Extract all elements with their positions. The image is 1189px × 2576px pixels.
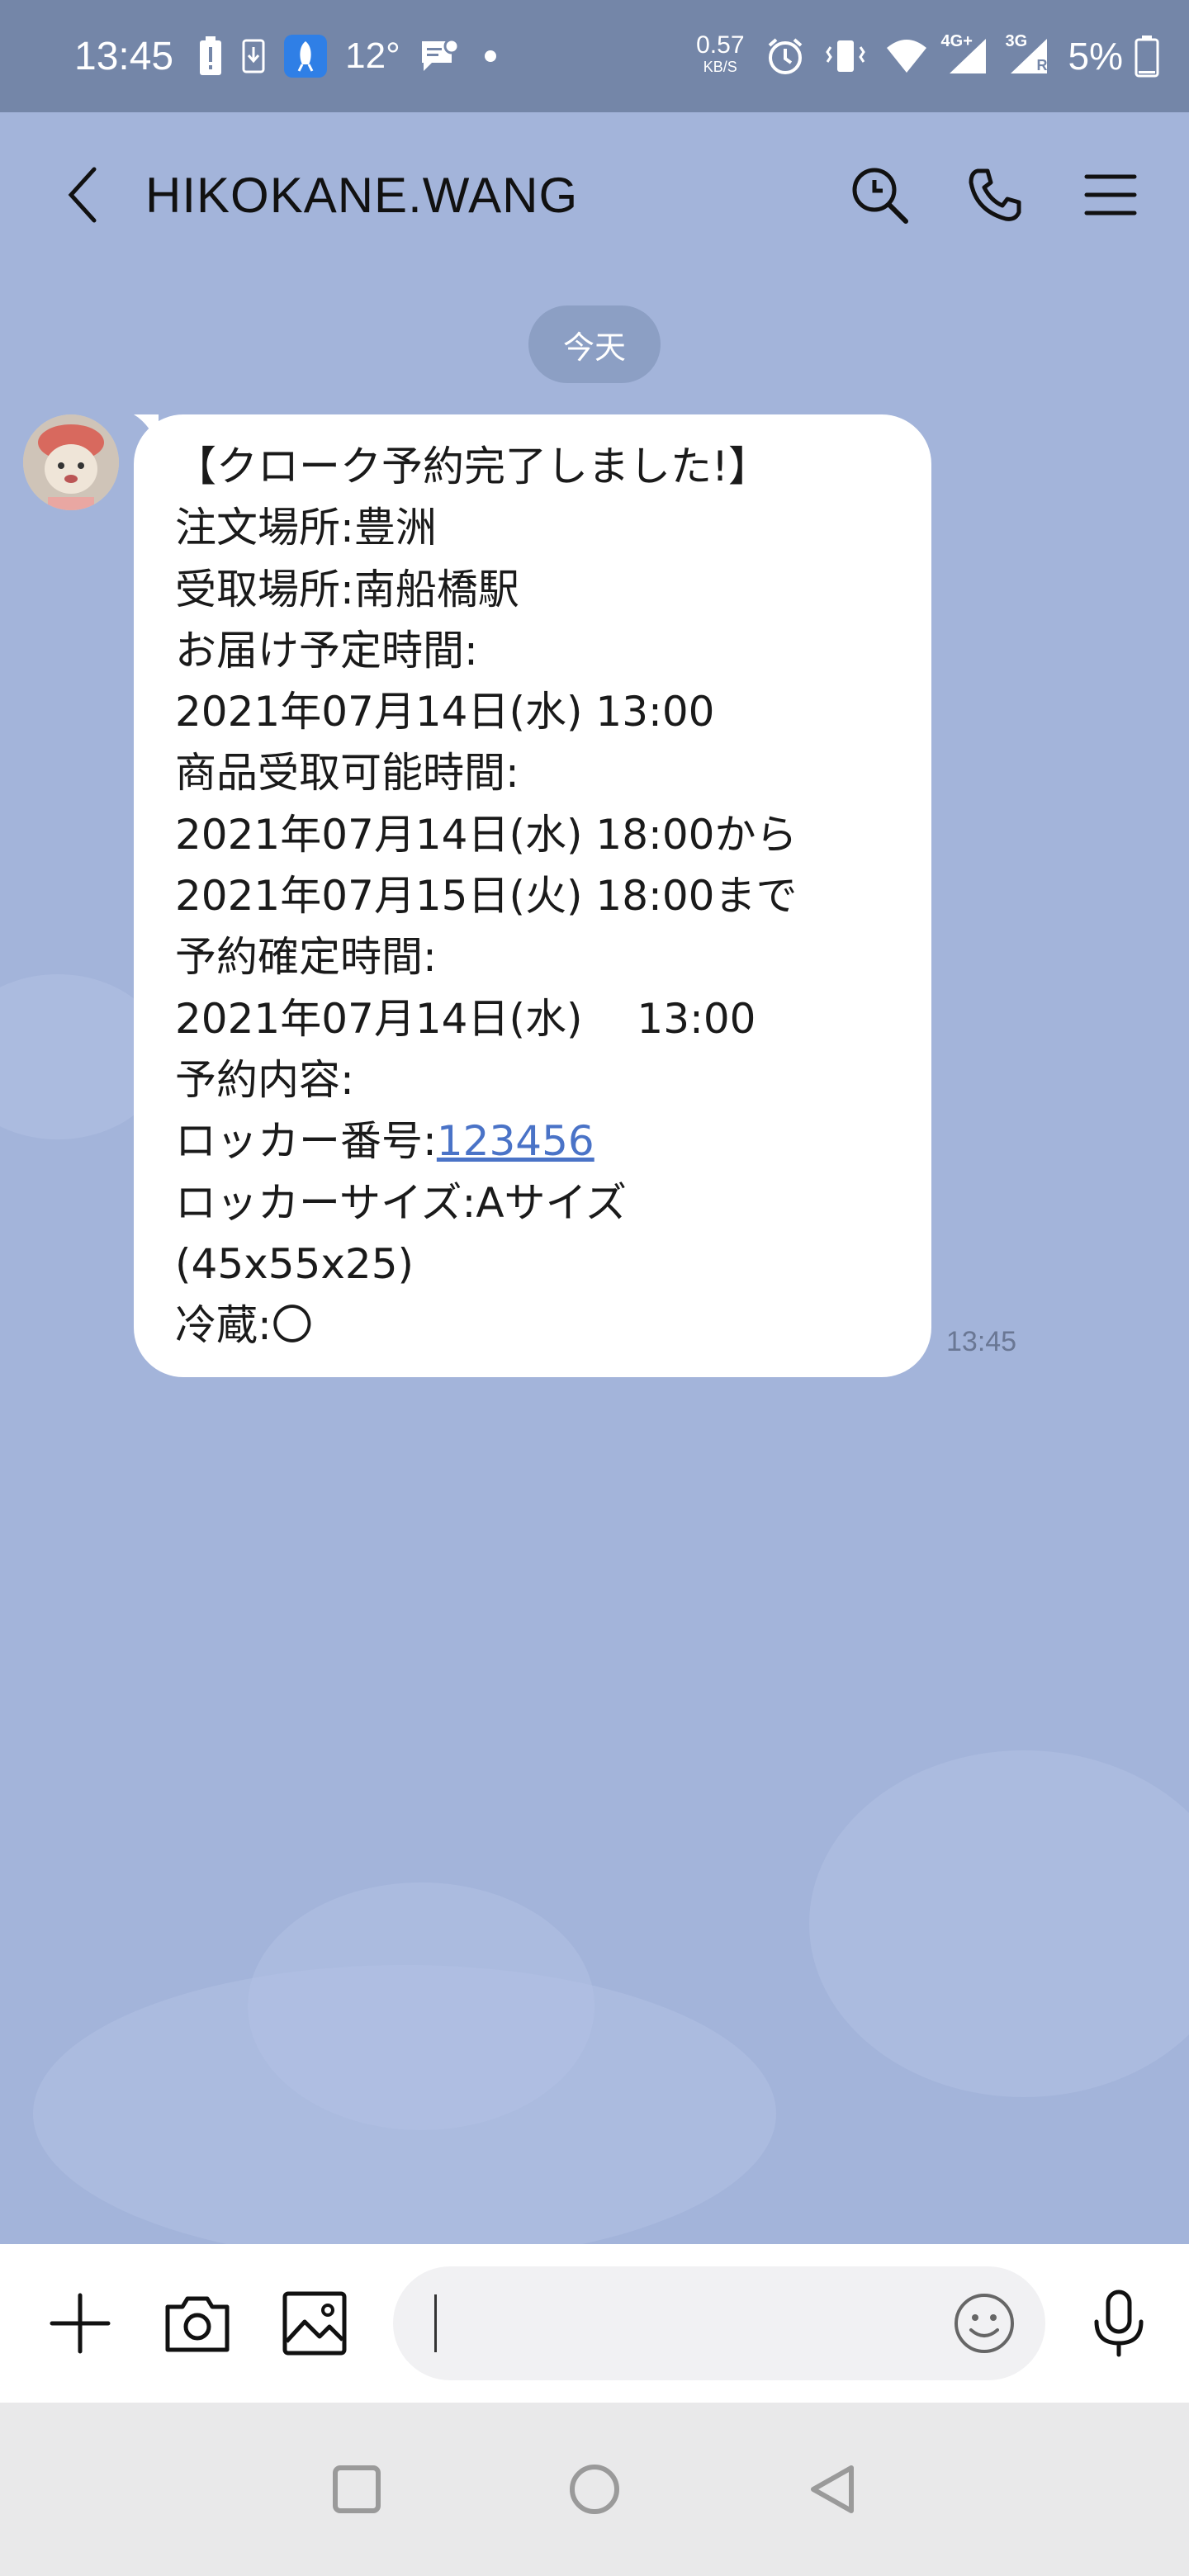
signal-4g-icon: 4G+	[941, 32, 989, 77]
status-time: 13:45	[74, 34, 174, 78]
microphone-icon	[1094, 2290, 1144, 2357]
emoji-button[interactable]	[951, 2290, 1017, 2356]
search-button[interactable]	[842, 158, 917, 232]
locker-number-link[interactable]: 123456	[437, 1117, 594, 1165]
vibrate-icon	[824, 37, 867, 75]
message-input-bar	[0, 2244, 1189, 2403]
triangle-back-icon	[811, 2465, 854, 2513]
call-button[interactable]	[958, 158, 1032, 232]
message-input[interactable]	[443, 2302, 951, 2345]
locker-number-label: ロッカー番号:	[175, 1117, 437, 1166]
chevron-left-icon	[68, 167, 97, 223]
message-line: 【クローク予約完了しました!】	[175, 443, 770, 490]
message-line: 冷蔵:〇	[175, 1301, 313, 1350]
message-bubble[interactable]: 【クローク予約完了しました!】 注文場所:豊洲 受取場所:南船橋駅 お届け予定時…	[134, 414, 931, 1377]
network-speed: 0.57 KB/S	[696, 31, 745, 76]
message-field[interactable]	[393, 2266, 1045, 2380]
camera-icon	[165, 2296, 230, 2352]
rocket-app-icon	[284, 35, 328, 78]
chat-header: HIKOKANE.WANG	[0, 112, 1189, 277]
menu-button[interactable]	[1073, 158, 1148, 232]
message-line: 予約内容:	[175, 1055, 354, 1104]
message-line: ロッカーサイズ:Aサイズ	[175, 1178, 628, 1227]
message-line: (45x55x25)	[175, 1239, 414, 1288]
back-button[interactable]	[56, 158, 109, 232]
plus-icon	[50, 2293, 111, 2354]
back-nav-button[interactable]	[791, 2448, 874, 2531]
battery-alert-icon	[198, 36, 223, 77]
message-line: 商品受取可能時間:	[175, 749, 519, 798]
home-button[interactable]	[553, 2448, 636, 2531]
image-icon	[282, 2291, 347, 2356]
message-line: 受取場所:南船橋駅	[175, 565, 519, 613]
avatar-image	[23, 414, 119, 510]
camera-button[interactable]	[160, 2286, 234, 2361]
date-separator: 今天	[528, 305, 661, 383]
message-line: 予約確定時間:	[175, 933, 437, 982]
dot-icon	[478, 44, 503, 69]
text-cursor	[434, 2294, 437, 2352]
voice-button[interactable]	[1082, 2286, 1156, 2361]
message-timestamp: 13:45	[946, 1326, 1017, 1357]
hamburger-menu-icon	[1084, 174, 1137, 215]
message-line: 2021年07月14日(水) 13:00	[175, 994, 756, 1043]
status-bar: 13:45 12° 0.57 KB/S 4G+ 3G R 5%	[0, 0, 1189, 112]
phone-icon	[969, 168, 1021, 221]
status-temperature: 12°	[345, 36, 400, 76]
chat-title: HIKOKANE.WANG	[145, 167, 579, 223]
signal-3g-icon: 3G R	[1005, 32, 1048, 73]
square-icon	[333, 2465, 381, 2513]
message-line: お届け予定時間:	[175, 626, 478, 675]
locker-number-line: ロッカー番号:123456	[175, 1110, 898, 1172]
battery-percent: 5%	[1068, 35, 1123, 78]
message-line: 注文場所:豊洲	[175, 504, 437, 552]
wifi-icon	[885, 38, 928, 74]
circle-icon	[570, 2465, 619, 2514]
download-icon	[241, 39, 266, 73]
gallery-button[interactable]	[277, 2286, 352, 2361]
add-button[interactable]	[43, 2286, 117, 2361]
system-nav-bar	[0, 2403, 1189, 2576]
message-line: 2021年07月15日(火) 18:00まで	[175, 872, 798, 921]
battery-icon	[1135, 35, 1159, 78]
background-cloud	[248, 1882, 594, 2130]
message-notification-icon	[419, 38, 460, 74]
smiley-icon	[955, 2294, 1014, 2353]
message-line: 2021年07月14日(水) 18:00から	[175, 810, 798, 859]
sender-avatar[interactable]	[23, 414, 119, 510]
alarm-icon	[765, 36, 806, 77]
recents-button[interactable]	[315, 2448, 398, 2531]
message-line: 2021年07月14日(水) 13:00	[175, 688, 715, 736]
background-cloud	[809, 1750, 1189, 2097]
search-icon	[852, 168, 908, 224]
